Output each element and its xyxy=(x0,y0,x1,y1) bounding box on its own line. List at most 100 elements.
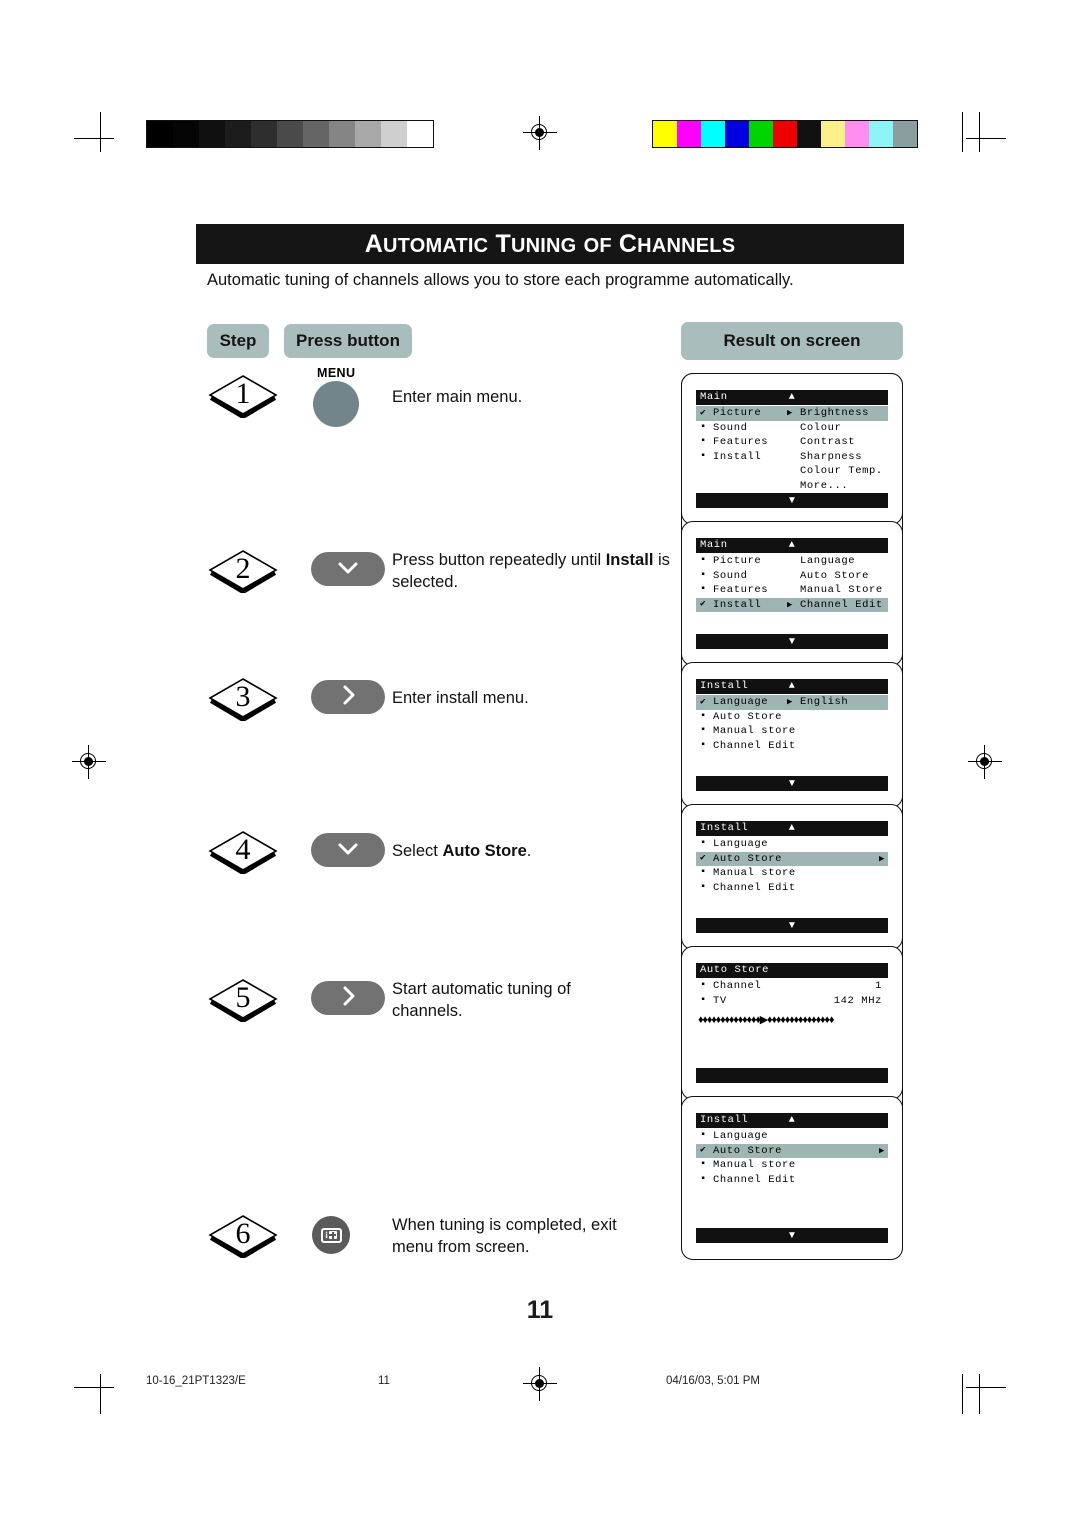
bullet-icon xyxy=(700,739,713,754)
osd-submenu-item[interactable]: Brightness xyxy=(800,406,883,421)
registration-mark-left xyxy=(72,745,106,779)
info-button-6[interactable]: i xyxy=(312,1216,350,1254)
osd-menu-item-label: Language xyxy=(713,696,769,708)
osd-menu-item[interactable]: Language xyxy=(696,1129,888,1144)
osd-header-bar: Install ▲ xyxy=(696,1113,888,1128)
intro-paragraph: Automatic tuning of channels allows you … xyxy=(207,271,794,289)
grayscale-swatch xyxy=(381,121,407,147)
osd-submenu-item[interactable]: More... xyxy=(800,479,883,494)
tuning-progress-bar: ♦♦♦♦♦♦♦♦♦♦♦♦♦♦▶♦♦♦♦♦♦♦♦♦♦♦♦♦♦♦ xyxy=(698,1014,834,1026)
osd-menu-item-label: Install xyxy=(713,450,762,463)
step-number-2: 2 xyxy=(235,552,251,585)
osd-scroll-down-icon[interactable]: ▼ xyxy=(787,1230,797,1241)
osd-submenu-item[interactable]: Manual Store xyxy=(800,583,883,598)
osd-menu-item[interactable]: Language xyxy=(696,837,888,852)
osd-footer-bar: ▼ xyxy=(696,634,888,649)
osd-submenu-item[interactable]: Auto Store xyxy=(800,569,883,584)
osd-scroll-up-icon[interactable]: ▲ xyxy=(696,821,888,836)
osd-submenu-item[interactable]: Colour xyxy=(800,421,883,436)
osd-menu-item[interactable]: Channel 1 xyxy=(696,979,888,994)
osd-menu-item[interactable]: Channel Edit xyxy=(696,1173,888,1188)
step-instruction-4-bold: Auto Store xyxy=(442,842,527,860)
step-number-badge-4: 4 xyxy=(207,828,279,876)
bullet-icon xyxy=(700,435,713,450)
osd-header-bar: Install ▲ xyxy=(696,821,888,836)
chevron-right-icon: ▶ xyxy=(879,853,886,864)
osd-menu: Install▲ Language ▶ Auto Store Manual store C… xyxy=(696,679,888,753)
osd-scroll-down-icon[interactable]: ▼ xyxy=(787,636,797,647)
osd-menu-item-label: Channel Edit xyxy=(713,881,796,894)
osd-submenu-item[interactable]: Language xyxy=(800,554,883,569)
osd-scroll-up-icon[interactable]: ▲ xyxy=(696,679,888,694)
right-button-3[interactable] xyxy=(311,680,385,714)
osd-menu-item-label: Auto Store xyxy=(713,710,783,723)
osd-submenu-item[interactable]: Sharpness xyxy=(800,450,883,465)
osd-menu-item-label: Picture xyxy=(713,407,762,419)
checkmark-icon xyxy=(700,695,713,711)
checkmark-icon xyxy=(700,1143,713,1159)
osd-menu-item[interactable]: Manual store xyxy=(696,866,888,881)
step-number-badge-2: 2 xyxy=(207,547,279,595)
step-number-6: 6 xyxy=(235,1217,251,1250)
osd-menu-item[interactable]: Manual store xyxy=(696,724,888,739)
osd-scroll-up-icon[interactable]: ▲ xyxy=(696,1113,888,1128)
registration-mark-top xyxy=(523,116,557,150)
checkmark-icon xyxy=(700,406,713,422)
column-header-result-on-screen: Result on screen xyxy=(681,322,903,360)
osd-menu-item[interactable]: Auto Store xyxy=(696,710,888,725)
bullet-icon xyxy=(700,450,713,465)
bullet-icon xyxy=(700,881,713,896)
osd-scroll-down-icon[interactable]: ▼ xyxy=(787,920,797,931)
step-instruction-3: Enter install menu. xyxy=(392,687,692,709)
osd-menu-item[interactable]: Auto Store ▶ xyxy=(696,1143,888,1159)
osd-menu-item-value: 142 MHz xyxy=(833,994,882,1007)
crop-mark-top-right xyxy=(966,112,1006,152)
osd-menu-item[interactable]: Channel Edit xyxy=(696,739,888,754)
osd-menu-item[interactable]: Auto Store ▶ xyxy=(696,851,888,867)
osd-menu-item-label: Install xyxy=(713,598,762,611)
bullet-icon xyxy=(700,583,713,598)
osd-submenu-item[interactable]: Colour Temp. xyxy=(800,464,883,479)
color-swatch xyxy=(845,121,869,147)
bullet-icon xyxy=(700,724,713,739)
footer-page: 11 xyxy=(378,1375,390,1387)
menu-button[interactable] xyxy=(313,381,359,427)
osd-submenu-item[interactable]: Contrast xyxy=(800,435,883,450)
right-button-5[interactable] xyxy=(311,981,385,1015)
osd-header-bar: Install ▲ xyxy=(696,679,888,694)
osd-submenu-item[interactable]: English xyxy=(800,695,848,710)
osd-menu-item[interactable]: Language ▶ xyxy=(696,695,888,710)
down-button-2[interactable] xyxy=(311,552,385,586)
step-instruction-4-text-before: Select xyxy=(392,842,443,860)
checkmark-icon xyxy=(700,851,713,867)
osd-menu: Main▲ Picture ▶ Sound Features Install Brightn… xyxy=(696,390,888,492)
step-instruction-6: When tuning is completed, exit menu from… xyxy=(392,1214,622,1259)
screen-install-autostore-done: Install▲ Language Auto Store ▶ Manual store C… xyxy=(681,1096,903,1260)
checkmark-icon xyxy=(700,597,713,613)
osd-menu-item[interactable]: Channel Edit xyxy=(696,881,888,896)
osd-scroll-up-icon[interactable]: ▲ xyxy=(696,538,888,553)
bullet-icon xyxy=(700,1173,713,1188)
grayscale-swatch xyxy=(355,121,381,147)
osd-footer-bar xyxy=(696,1068,888,1083)
step-number-badge-1: 1 xyxy=(207,372,279,420)
down-button-4[interactable] xyxy=(311,833,385,867)
osd-submenu-column: Brightness Colour Contrast Sharpness Colour … xyxy=(800,406,883,493)
step-instruction-1: Enter main menu. xyxy=(392,386,692,408)
step-instruction-5: Start automatic tuning of channels. xyxy=(392,978,622,1023)
osd-menu-item[interactable]: Manual store xyxy=(696,1158,888,1173)
osd-scroll-down-icon[interactable]: ▼ xyxy=(787,778,797,789)
osd-menu-item-label: Features xyxy=(713,436,769,448)
step-number-badge-3: 3 xyxy=(207,675,279,723)
osd-submenu-item[interactable]: Channel Edit xyxy=(800,598,883,613)
bullet-icon xyxy=(700,979,713,994)
osd-submenu-column: English xyxy=(800,695,848,710)
bullet-icon xyxy=(700,421,713,436)
trim-mark-left xyxy=(100,112,102,152)
osd-scroll-down-icon[interactable]: ▼ xyxy=(787,495,797,506)
step-number-badge-6: 6 xyxy=(207,1212,279,1260)
page-title: AUTOMATIC TUNING OF CHANNELS xyxy=(364,229,736,258)
bullet-icon xyxy=(700,554,713,569)
osd-menu-item[interactable]: TV 142 MHz xyxy=(696,994,888,1009)
osd-scroll-up-icon[interactable]: ▲ xyxy=(696,390,888,405)
